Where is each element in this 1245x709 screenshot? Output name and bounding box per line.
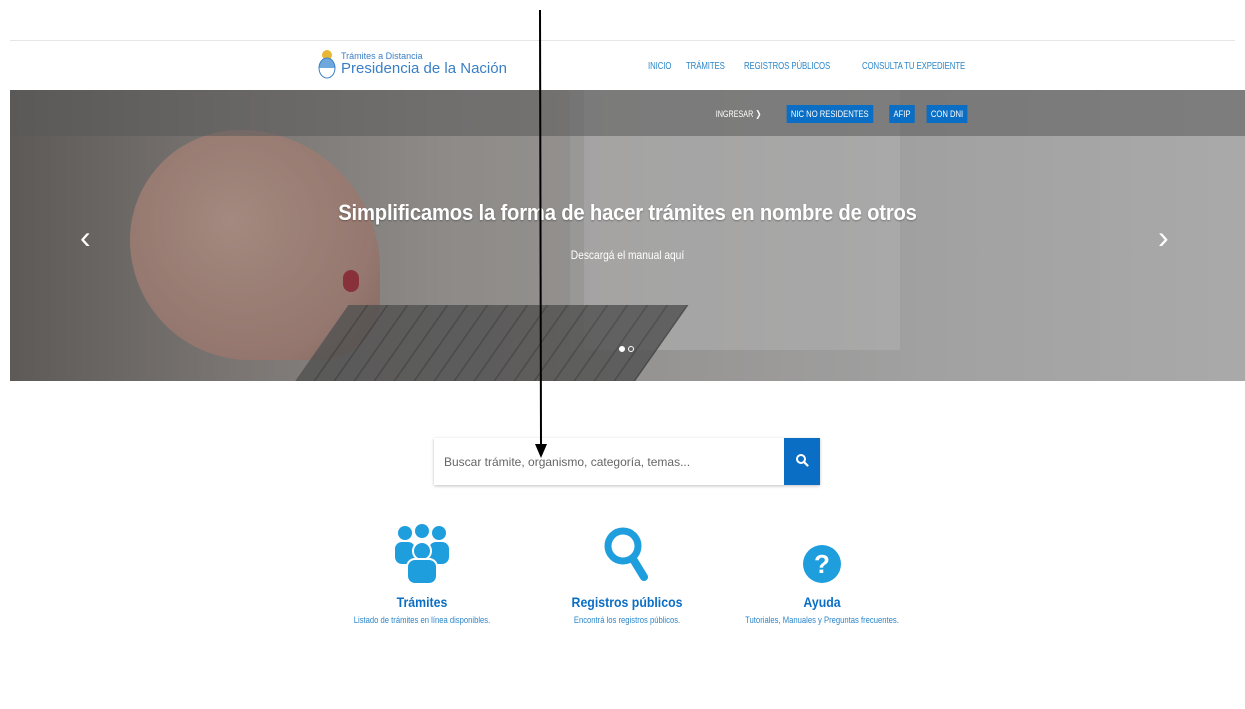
search-bar — [434, 438, 820, 485]
nav-tramites[interactable]: TRÁMITES — [686, 61, 725, 72]
search-button[interactable] — [784, 438, 820, 485]
page: Trámites a Distancia Presidencia de la N… — [0, 0, 1245, 709]
nic-no-residentes-button[interactable]: NIC NO RESIDENTES — [786, 105, 873, 123]
magnifier-icon — [604, 527, 648, 581]
carousel-dot-2[interactable] — [628, 346, 634, 352]
question-icon: ? — [803, 545, 841, 583]
users-icon — [395, 524, 449, 584]
nav-registros-publicos[interactable]: REGISTROS PÚBLICOS — [744, 61, 830, 72]
feature-registros-title: Registros públicos — [571, 594, 683, 610]
site-header: Trámites a Distancia Presidencia de la N… — [0, 41, 1245, 90]
hero-title: Simplificamos la forma de hacer trámites… — [338, 200, 917, 225]
site-logo[interactable]: Trámites a Distancia Presidencia de la N… — [318, 49, 507, 79]
search-input[interactable] — [434, 438, 784, 485]
feature-tramites[interactable]: Trámites Listado de trámites en línea di… — [327, 522, 517, 627]
logo-title: Presidencia de la Nación — [341, 60, 507, 77]
feature-ayuda[interactable]: ? Ayuda Tutoriales, Manuales y Preguntas… — [727, 522, 917, 627]
ingresar-label: INGRESAR ❯ — [715, 108, 762, 119]
nav-consulta-expediente[interactable]: CONSULTA TU EXPEDIENTE — [862, 61, 965, 72]
nav-inicio[interactable]: INICIO — [648, 61, 671, 72]
feature-tramites-title: Trámites — [396, 594, 448, 610]
coat-of-arms-icon — [318, 50, 336, 79]
feature-tramites-desc: Listado de trámites en línea disponibles… — [353, 615, 491, 625]
con-dni-button[interactable]: CON DNI — [926, 105, 967, 123]
hero-carousel: INGRESAR ❯ NIC NO RESIDENTES AFIP CON DN… — [10, 90, 1245, 381]
feature-registros-desc: Encontrá los registros públicos. — [573, 615, 681, 625]
main-nav: INICIO TRÁMITES REGISTROS PÚBLICOS CONSU… — [648, 61, 994, 72]
feature-ayuda-title: Ayuda — [803, 594, 841, 610]
carousel-prev-icon[interactable]: ‹ — [80, 221, 91, 253]
carousel-dot-1[interactable] — [619, 346, 625, 352]
login-options: INGRESAR ❯ NIC NO RESIDENTES AFIP CON DN… — [710, 105, 971, 123]
search-icon — [796, 453, 809, 467]
feature-ayuda-desc: Tutoriales, Manuales y Preguntas frecuen… — [745, 615, 899, 625]
hero-manual-link[interactable]: Descargá el manual aquí — [103, 248, 1153, 262]
login-bar — [10, 90, 1245, 136]
carousel-next-icon[interactable]: › — [1158, 221, 1169, 253]
svg-text:?: ? — [814, 549, 830, 579]
afip-button[interactable]: AFIP — [888, 105, 915, 123]
feature-registros[interactable]: Registros públicos Encontrá los registro… — [532, 522, 722, 627]
carousel-indicators — [619, 346, 634, 352]
